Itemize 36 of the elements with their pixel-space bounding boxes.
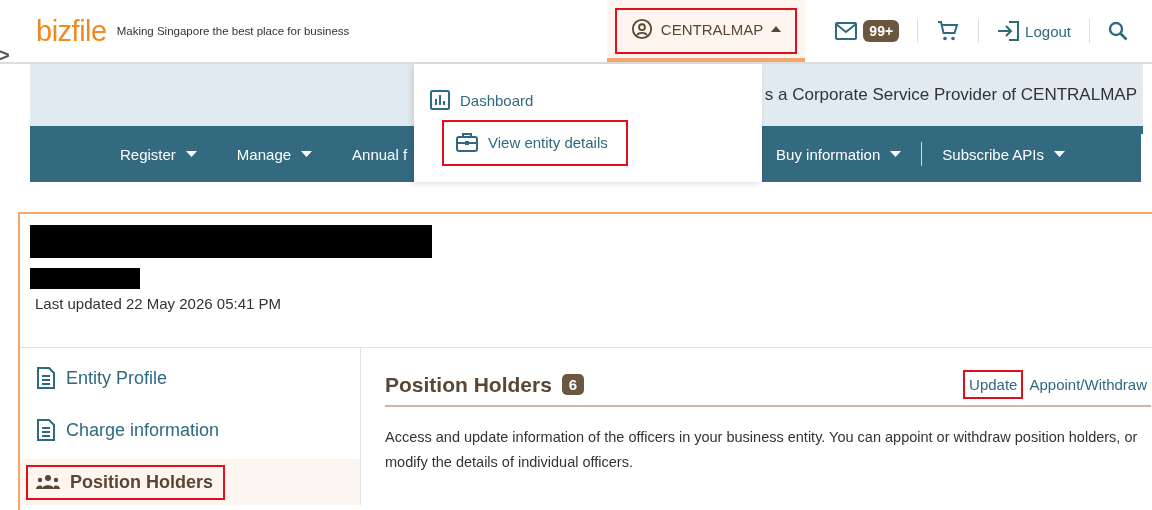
document-icon: [36, 367, 56, 389]
menu-item[interactable]: Dashboard: [430, 90, 534, 110]
briefcase-icon: [456, 132, 478, 152]
notification-count: 99+: [863, 20, 900, 42]
people-icon: [36, 474, 60, 490]
caret-icon: [771, 26, 782, 32]
nav-item[interactable]: Register: [120, 145, 197, 163]
cart-icon[interactable]: [936, 19, 961, 43]
caret-icon: [1054, 151, 1065, 157]
action-link[interactable]: Appoint/Withdraw: [1025, 372, 1151, 397]
mail-icon[interactable]: [835, 22, 858, 40]
banner-text: s a Corporate Service Provider of CENTRALMAP: [764, 85, 1137, 105]
caret-icon: [185, 151, 197, 157]
caret-icon: [890, 151, 902, 157]
account-menu-button[interactable]: CENTRALMAP: [606, 0, 806, 62]
user-icon: [630, 18, 653, 40]
tagline: Making Singapore the best place for business: [116, 25, 350, 37]
logout-icon: [997, 21, 1020, 41]
nav-item[interactable]: Subscribe APIs: [942, 145, 1065, 163]
document-icon: [36, 419, 56, 441]
nav-item[interactable]: Buy information: [776, 145, 902, 163]
last-updated: Last updated 22 May 2026 05:41 PM: [35, 295, 282, 312]
menu-item[interactable]: View entity details: [444, 122, 626, 164]
sidebar-item[interactable]: Charge information: [20, 404, 360, 456]
nav-item[interactable]: Annual f: [352, 145, 408, 163]
sidebar-item[interactable]: Entity Profile: [20, 352, 360, 404]
logout-link[interactable]: Logout: [997, 21, 1071, 41]
caret-icon: [301, 151, 313, 157]
sidebar-item[interactable]: Position Holders: [20, 459, 360, 505]
action-link[interactable]: Update: [965, 372, 1022, 397]
count-badge: 6: [561, 374, 585, 395]
chart-icon: [430, 90, 450, 110]
search-icon[interactable]: [1108, 21, 1128, 41]
nav-item[interactable]: Manage: [236, 145, 313, 163]
section-title: Position Holders: [385, 372, 552, 397]
description: Access and update information of the officers in your business entity. You can appoint or withdraw position holders, or modify the details of individual officers.: [385, 428, 1139, 472]
